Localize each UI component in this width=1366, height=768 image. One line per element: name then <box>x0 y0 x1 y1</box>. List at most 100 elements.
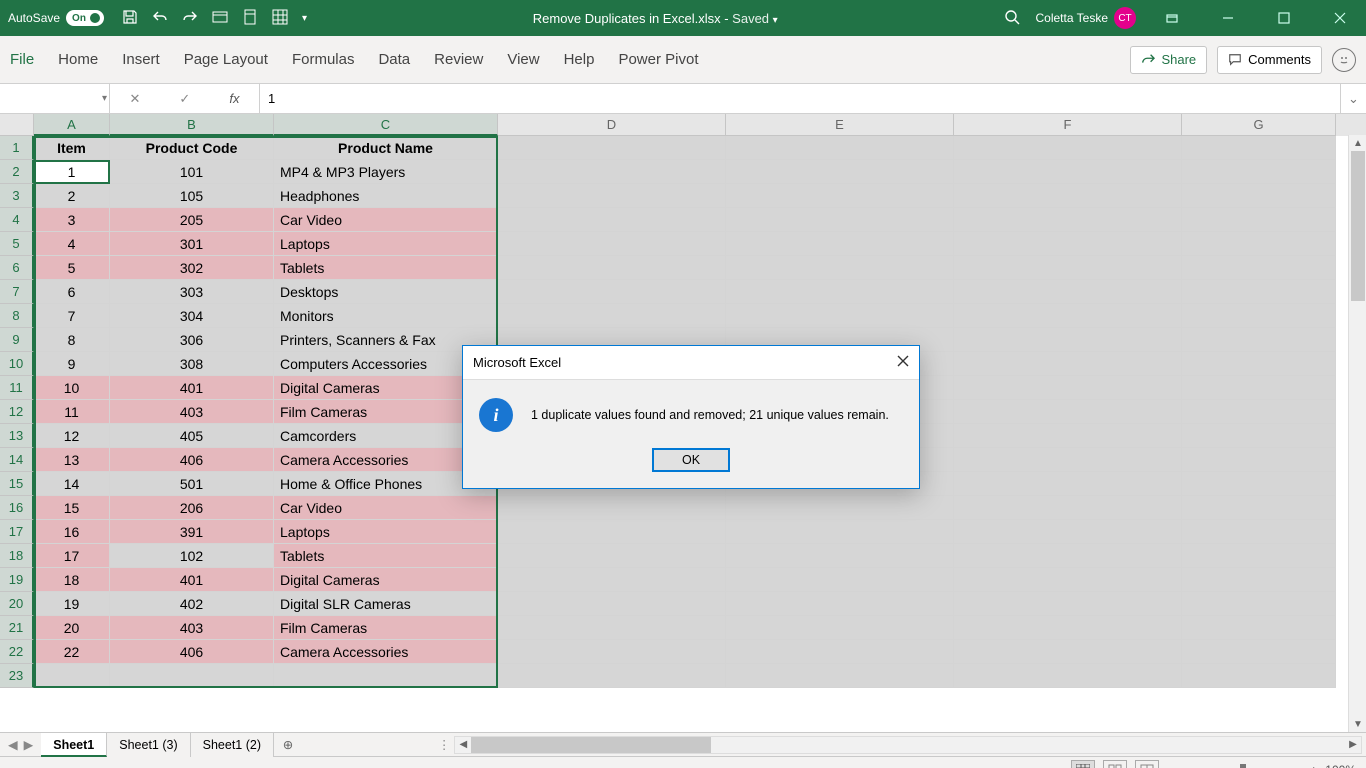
cell[interactable]: Product Name <box>274 136 498 160</box>
col-header[interactable]: E <box>726 114 954 136</box>
cell[interactable] <box>726 232 954 256</box>
cell[interactable]: 501 <box>110 472 274 496</box>
cell[interactable]: 403 <box>110 400 274 424</box>
feedback-icon[interactable] <box>1332 48 1356 72</box>
cell[interactable] <box>274 664 498 688</box>
cell[interactable]: MP4 & MP3 Players <box>274 160 498 184</box>
zoom-level[interactable]: 100% <box>1325 763 1356 768</box>
qat-icon[interactable] <box>212 9 228 28</box>
cell[interactable] <box>954 280 1182 304</box>
tab-formulas[interactable]: Formulas <box>292 51 355 68</box>
col-header[interactable]: C <box>274 114 498 136</box>
row-header[interactable]: 17 <box>0 520 34 544</box>
cell[interactable]: 3 <box>34 208 110 232</box>
row-header[interactable]: 21 <box>0 616 34 640</box>
cell[interactable] <box>954 136 1182 160</box>
cell[interactable] <box>1182 136 1336 160</box>
cell[interactable] <box>1182 208 1336 232</box>
row-header[interactable]: 3 <box>0 184 34 208</box>
scroll-down-icon[interactable]: ▼ <box>1349 716 1366 732</box>
close-button[interactable] <box>1320 0 1360 36</box>
cell[interactable]: 304 <box>110 304 274 328</box>
qat-icon[interactable] <box>272 9 288 28</box>
cell[interactable] <box>498 256 726 280</box>
sheet-tab[interactable]: Sheet1 (2) <box>191 733 274 757</box>
cell[interactable]: 406 <box>110 640 274 664</box>
vertical-scrollbar[interactable]: ▲ ▼ <box>1348 135 1366 732</box>
cancel-icon[interactable]: ✕ <box>130 91 141 107</box>
cell[interactable] <box>1182 352 1336 376</box>
redo-icon[interactable] <box>182 9 198 28</box>
cell[interactable]: Monitors <box>274 304 498 328</box>
qat-icon[interactable] <box>242 9 258 28</box>
scroll-up-icon[interactable]: ▲ <box>1349 135 1366 151</box>
cell[interactable] <box>498 664 726 688</box>
cell[interactable] <box>954 256 1182 280</box>
cell[interactable] <box>1182 328 1336 352</box>
cell[interactable]: 22 <box>34 640 110 664</box>
cell[interactable]: 10 <box>34 376 110 400</box>
cell[interactable]: 401 <box>110 376 274 400</box>
cell[interactable]: 1 <box>34 160 110 184</box>
minimize-button[interactable] <box>1208 0 1248 36</box>
cell[interactable] <box>498 136 726 160</box>
cell[interactable] <box>726 544 954 568</box>
sheet-nav-next-icon[interactable]: ▶ <box>24 737 34 752</box>
cell[interactable]: 403 <box>110 616 274 640</box>
col-header[interactable]: A <box>34 114 110 136</box>
cell[interactable]: 15 <box>34 496 110 520</box>
row-header[interactable]: 20 <box>0 592 34 616</box>
enter-icon[interactable]: ✓ <box>179 91 190 107</box>
cell[interactable] <box>1182 160 1336 184</box>
cell[interactable]: 406 <box>110 448 274 472</box>
row-header[interactable]: 9 <box>0 328 34 352</box>
tab-file[interactable]: File <box>10 51 34 68</box>
zoom-in-button[interactable]: + <box>1310 763 1317 768</box>
cell[interactable] <box>1182 400 1336 424</box>
col-header[interactable]: G <box>1182 114 1336 136</box>
cell[interactable] <box>1182 568 1336 592</box>
row-header[interactable]: 11 <box>0 376 34 400</box>
cell[interactable] <box>1182 448 1336 472</box>
cell[interactable] <box>726 208 954 232</box>
scroll-right-icon[interactable]: ▶ <box>1345 737 1361 753</box>
cell[interactable]: Laptops <box>274 520 498 544</box>
cell[interactable] <box>726 616 954 640</box>
cell[interactable]: 205 <box>110 208 274 232</box>
search-icon[interactable] <box>1004 9 1020 28</box>
row-header[interactable]: 23 <box>0 664 34 688</box>
cell[interactable]: Headphones <box>274 184 498 208</box>
cell[interactable]: 16 <box>34 520 110 544</box>
cell[interactable] <box>954 208 1182 232</box>
cell[interactable]: 19 <box>34 592 110 616</box>
cell[interactable] <box>954 424 1182 448</box>
cell[interactable] <box>1182 184 1336 208</box>
horizontal-scrollbar[interactable]: ◀ ▶ <box>454 736 1362 754</box>
cell[interactable] <box>726 592 954 616</box>
cell[interactable] <box>498 544 726 568</box>
row-header[interactable]: 16 <box>0 496 34 520</box>
tab-view[interactable]: View <box>507 51 539 68</box>
scroll-thumb[interactable] <box>471 737 711 753</box>
cell[interactable] <box>498 208 726 232</box>
cell[interactable] <box>1182 592 1336 616</box>
tab-data[interactable]: Data <box>378 51 410 68</box>
cell[interactable] <box>498 496 726 520</box>
cell[interactable] <box>498 280 726 304</box>
cell[interactable] <box>498 592 726 616</box>
cell[interactable]: 9 <box>34 352 110 376</box>
cell[interactable] <box>1182 472 1336 496</box>
account-button[interactable]: Coletta Teske CT <box>1036 7 1137 29</box>
cell[interactable]: Camera Accessories <box>274 640 498 664</box>
cell[interactable]: 5 <box>34 256 110 280</box>
cell[interactable] <box>726 160 954 184</box>
cell[interactable]: 206 <box>110 496 274 520</box>
cell[interactable] <box>726 184 954 208</box>
cell[interactable]: 303 <box>110 280 274 304</box>
cell[interactable]: 2 <box>34 184 110 208</box>
cell[interactable] <box>726 304 954 328</box>
cell[interactable]: 4 <box>34 232 110 256</box>
cell[interactable] <box>1182 616 1336 640</box>
cell[interactable] <box>498 568 726 592</box>
row-header[interactable]: 7 <box>0 280 34 304</box>
